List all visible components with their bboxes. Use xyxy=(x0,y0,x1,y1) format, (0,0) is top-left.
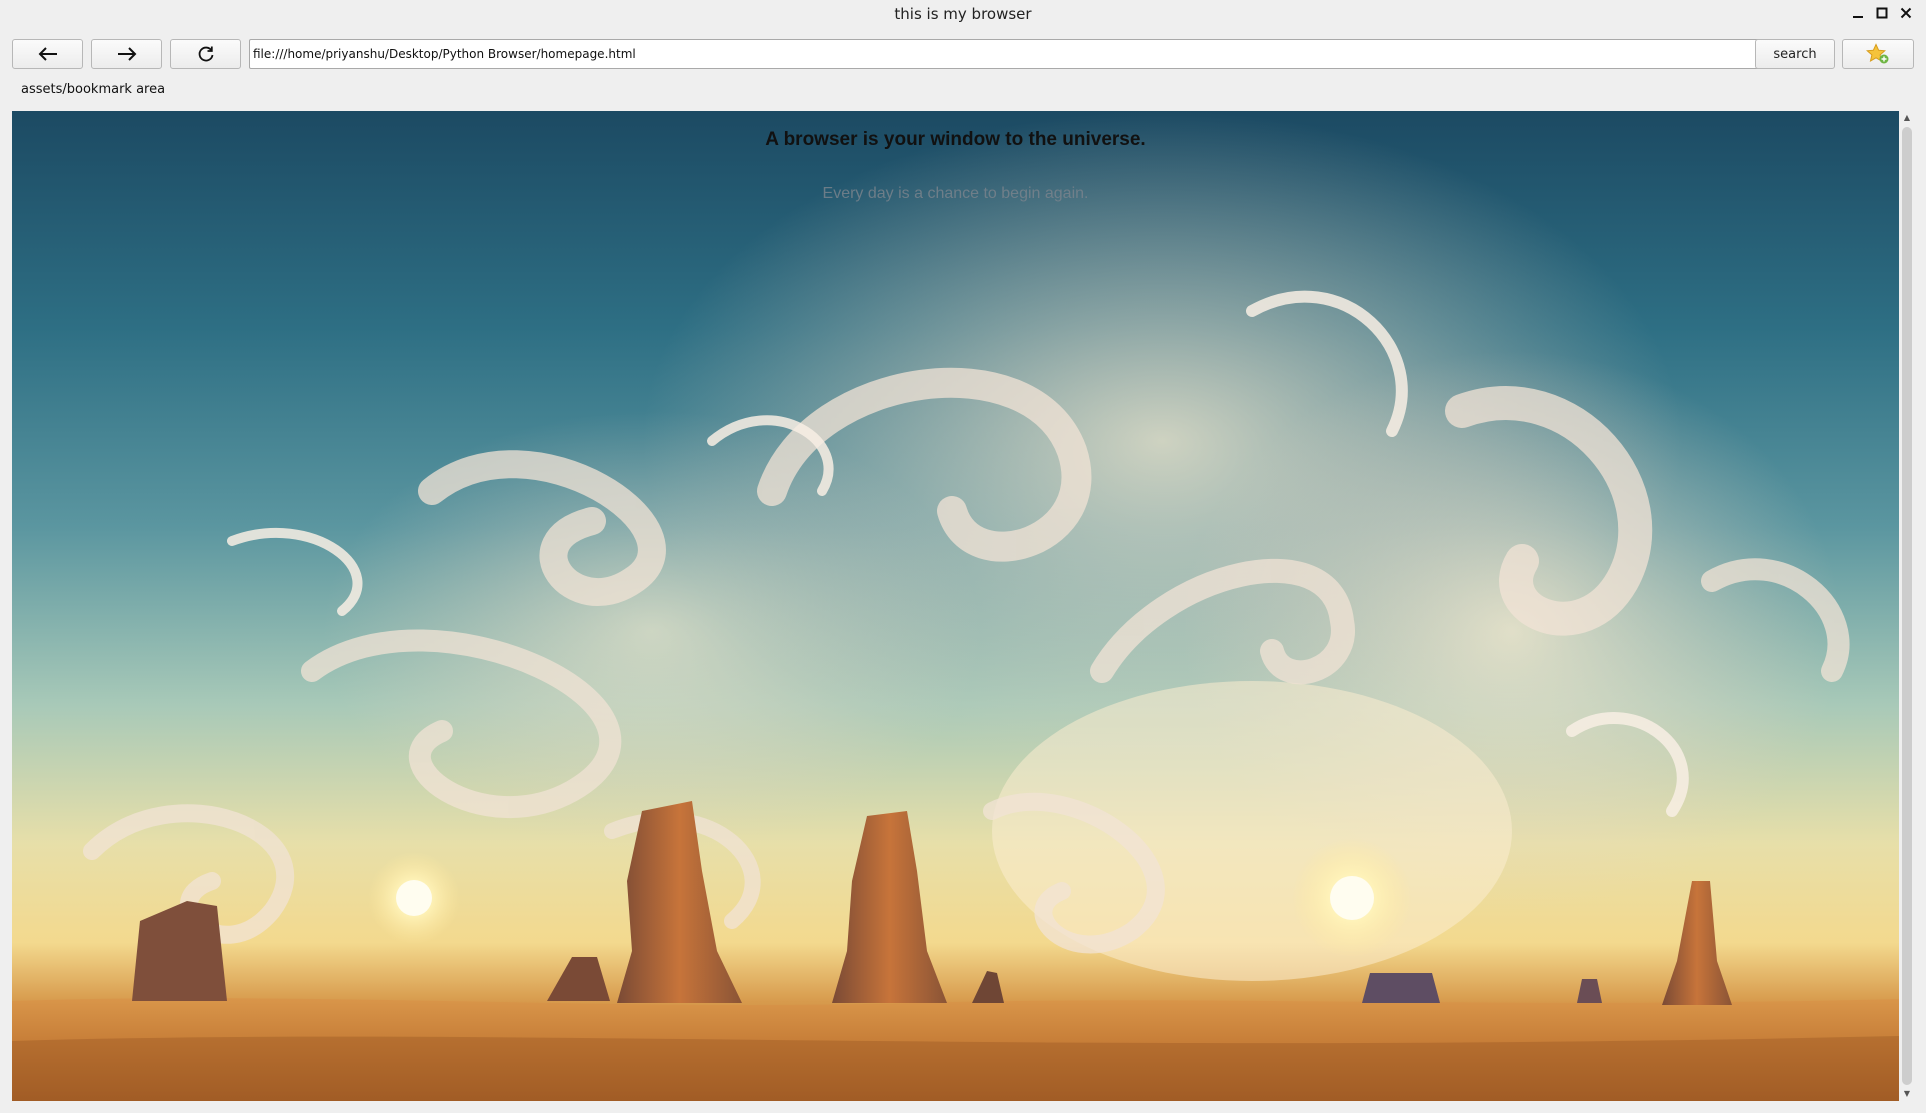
page-subtext: Every day is a chance to begin again. xyxy=(822,185,1089,202)
arrow-right-icon xyxy=(117,47,136,61)
window-controls xyxy=(1850,4,1914,22)
browser-window: this is my browser file:///home/priyansh… xyxy=(0,0,1926,1113)
title-bar: this is my browser xyxy=(0,0,1926,30)
navigation-toolbar: search xyxy=(12,39,1914,71)
scroll-thumb[interactable] xyxy=(1902,127,1912,1085)
reload-button[interactable] xyxy=(170,39,241,69)
vertical-scrollbar[interactable]: ▲ ▼ xyxy=(1900,111,1914,1101)
reload-icon xyxy=(198,46,213,62)
url-input[interactable] xyxy=(249,39,1761,69)
maximize-icon[interactable] xyxy=(1874,4,1890,22)
scroll-down-icon[interactable]: ▼ xyxy=(1902,1089,1912,1099)
forward-button[interactable] xyxy=(91,39,162,69)
web-content-area[interactable]: A browser is your window to the universe… xyxy=(12,111,1899,1101)
bookmark-button[interactable] xyxy=(1842,39,1914,69)
minimize-icon[interactable] xyxy=(1850,4,1866,22)
bookmark-area-label: assets/bookmark area xyxy=(21,82,166,97)
arrow-left-icon xyxy=(38,47,57,61)
page-heading: A browser is your window to the universe… xyxy=(765,129,1146,150)
desert-sky-illustration xyxy=(12,111,1899,1101)
star-add-icon xyxy=(1866,43,1889,64)
back-button[interactable] xyxy=(12,39,83,69)
search-button[interactable]: search xyxy=(1755,39,1835,69)
close-icon[interactable] xyxy=(1898,4,1914,22)
scroll-up-icon[interactable]: ▲ xyxy=(1902,113,1912,123)
window-title: this is my browser xyxy=(894,5,1032,23)
